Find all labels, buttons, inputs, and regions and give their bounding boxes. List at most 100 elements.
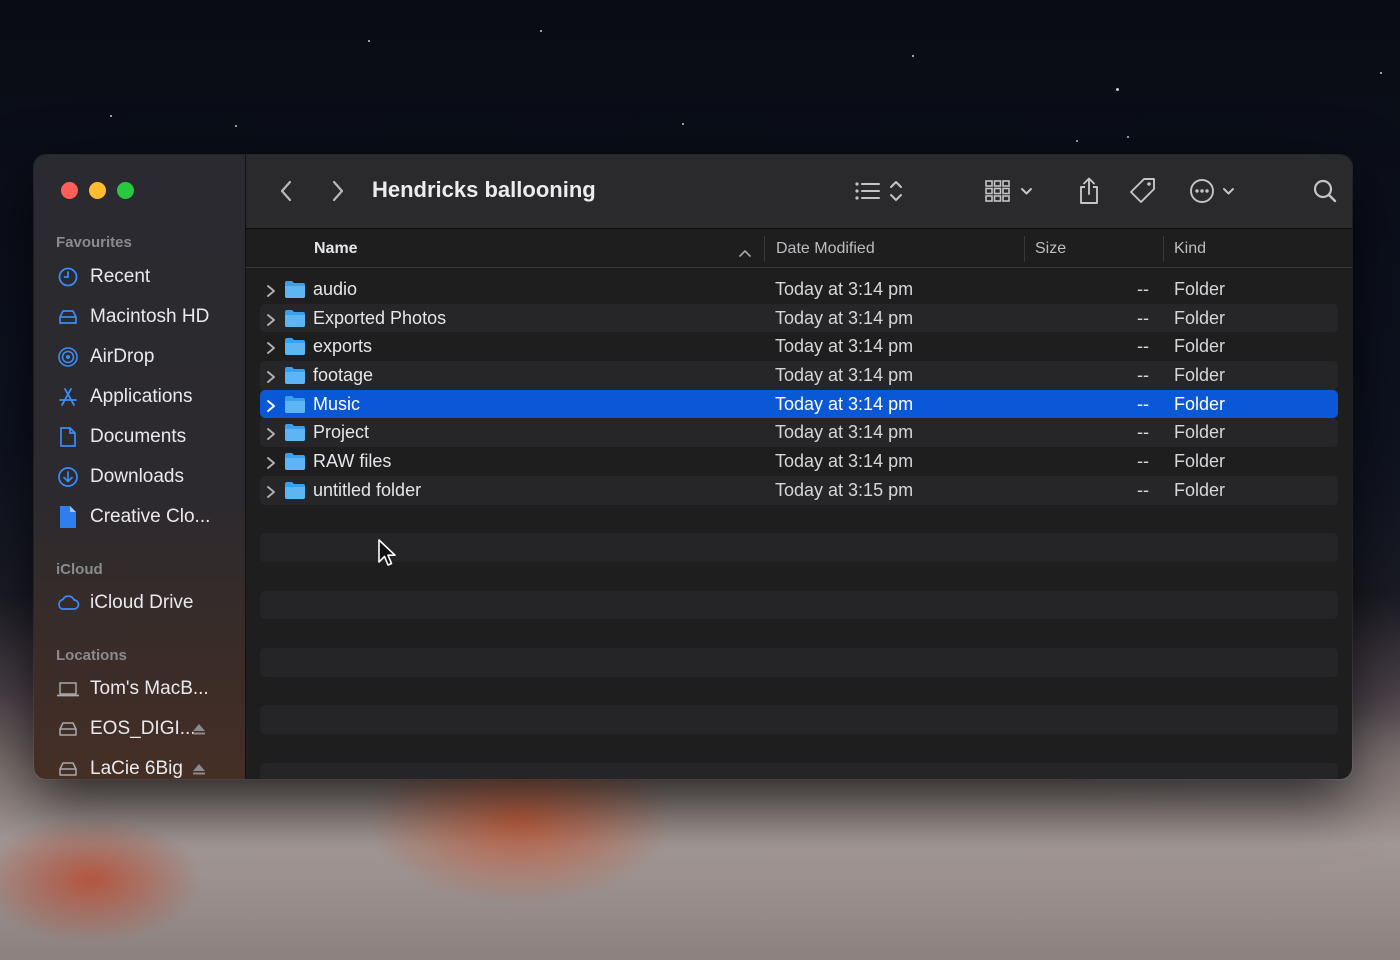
clock-icon [56, 265, 80, 289]
group-button[interactable] [984, 175, 1036, 207]
disclosure-chevron-icon[interactable] [266, 311, 276, 332]
column-divider[interactable] [764, 236, 765, 262]
disclosure-chevron-icon[interactable] [266, 454, 276, 475]
close-button[interactable] [61, 182, 78, 199]
file-name: audio [313, 278, 358, 299]
sidebar-item-downloads[interactable]: Downloads [56, 460, 236, 494]
table-row[interactable]: Project Today at 3:14 pm -- Folder [260, 418, 1338, 448]
folder-icon [284, 481, 306, 505]
sidebar-section-locations: Locations [56, 647, 127, 664]
table-row[interactable]: exports Today at 3:14 pm -- Folder [260, 332, 1338, 361]
grid-icon [985, 180, 1032, 202]
folder-icon [284, 366, 306, 390]
column-kind[interactable]: Kind [1174, 240, 1206, 258]
cloud-icon [56, 591, 80, 615]
sidebar-item-eos-digital[interactable]: EOS_DIGI... [56, 712, 236, 746]
sidebar-section-icloud: iCloud [56, 561, 103, 578]
empty-row [260, 590, 1338, 620]
file-size: -- [1137, 336, 1149, 357]
table-row[interactable]: RAW files Today at 3:14 pm -- Folder [260, 447, 1338, 476]
file-size: -- [1137, 479, 1149, 500]
window-controls [61, 182, 134, 199]
file-date-modified: Today at 3:14 pm [775, 393, 914, 414]
column-date-modified[interactable]: Date Modified [776, 240, 875, 258]
sidebar-item-applications[interactable]: Applications [56, 380, 236, 414]
column-divider[interactable] [1024, 236, 1025, 262]
column-size[interactable]: Size [1035, 240, 1066, 258]
ellipsis-circle-icon [1190, 179, 1234, 203]
search-button[interactable] [1311, 175, 1339, 207]
applications-icon [56, 385, 80, 409]
share-button[interactable] [1076, 175, 1102, 207]
file-date-modified: Today at 3:14 pm [775, 450, 914, 471]
file-kind: Folder [1174, 336, 1226, 357]
table-row[interactable]: untitled folder Today at 3:15 pm -- Folder [260, 475, 1338, 505]
sidebar-item-toms-macbook[interactable]: Tom's MacB... [56, 672, 236, 706]
file-kind: Folder [1174, 307, 1226, 328]
disclosure-chevron-icon[interactable] [266, 282, 276, 303]
forward-button[interactable] [326, 175, 350, 207]
file-date-modified: Today at 3:14 pm [775, 278, 914, 299]
sidebar-item-documents[interactable]: Documents [56, 420, 236, 454]
disclosure-chevron-icon[interactable] [266, 483, 276, 504]
file-kind: Folder [1174, 479, 1226, 500]
table-row[interactable]: Exported Photos Today at 3:14 pm -- Folder [260, 303, 1338, 333]
list-view-button[interactable] [854, 175, 910, 207]
sidebar-item-recent[interactable]: Recent [56, 260, 236, 294]
drive-icon [56, 717, 80, 741]
column-name[interactable]: Name [314, 240, 358, 258]
empty-row [260, 677, 1338, 706]
file-name: Exported Photos [313, 307, 447, 328]
disclosure-chevron-icon[interactable] [266, 425, 276, 446]
empty-row [260, 505, 1338, 534]
folder-icon [284, 423, 306, 447]
more-actions-button[interactable] [1188, 175, 1240, 207]
file-name: Music [313, 393, 361, 414]
file-kind: Folder [1174, 364, 1226, 385]
chevron-right-icon [332, 180, 344, 202]
table-row[interactable]: footage Today at 3:14 pm -- Folder [260, 361, 1338, 390]
file-list: audio Today at 3:14 pm -- Folder Exported Ph… [260, 275, 1338, 779]
sidebar-item-airdrop[interactable]: AirDrop [56, 340, 236, 374]
sidebar-item-macintosh-hd[interactable]: Macintosh HD [56, 300, 236, 334]
disclosure-chevron-icon[interactable] [266, 368, 276, 389]
table-row[interactable]: Music Today at 3:14 pm -- Folder [260, 389, 1338, 419]
search-icon [1313, 179, 1337, 203]
table-row[interactable]: audio Today at 3:14 pm -- Folder [260, 275, 1338, 304]
folder-icon [284, 452, 306, 476]
file-kind: Folder [1174, 422, 1226, 443]
file-date-modified: Today at 3:15 pm [775, 479, 914, 500]
airdrop-icon [56, 345, 80, 369]
file-kind: Folder [1174, 450, 1226, 471]
folder-icon [284, 337, 306, 361]
minimize-button[interactable] [89, 182, 106, 199]
column-header: Name Date Modified Size Kind [246, 230, 1352, 268]
file-size: -- [1137, 450, 1149, 471]
file-browser: Hendricks ballooning Name Date Modified … [246, 155, 1352, 779]
file-size: -- [1137, 364, 1149, 385]
disclosure-chevron-icon[interactable] [266, 397, 276, 418]
sidebar-item-lacie[interactable]: LaCie 6Big [56, 752, 236, 779]
folder-icon [284, 395, 306, 419]
list-view-icon [855, 181, 902, 201]
empty-row [260, 562, 1338, 591]
back-button[interactable] [274, 175, 298, 207]
laptop-icon [56, 677, 80, 701]
sidebar-item-icloud-drive[interactable]: iCloud Drive [56, 586, 236, 620]
zoom-button[interactable] [117, 182, 134, 199]
folder-icon [284, 309, 306, 333]
drive-icon [56, 757, 80, 779]
file-name: exports [313, 336, 373, 357]
disclosure-chevron-icon[interactable] [266, 339, 276, 360]
file-date-modified: Today at 3:14 pm [775, 336, 914, 357]
eject-icon[interactable] [192, 720, 206, 742]
tag-button[interactable] [1128, 175, 1158, 207]
column-divider[interactable] [1163, 236, 1164, 262]
file-name: footage [313, 364, 374, 385]
eject-icon[interactable] [192, 760, 206, 779]
sort-ascending-icon[interactable] [739, 244, 751, 262]
empty-row [260, 705, 1338, 734]
empty-row [260, 619, 1338, 648]
sidebar-item-creative-cloud[interactable]: Creative Clo... [56, 500, 236, 534]
share-icon [1080, 177, 1098, 204]
